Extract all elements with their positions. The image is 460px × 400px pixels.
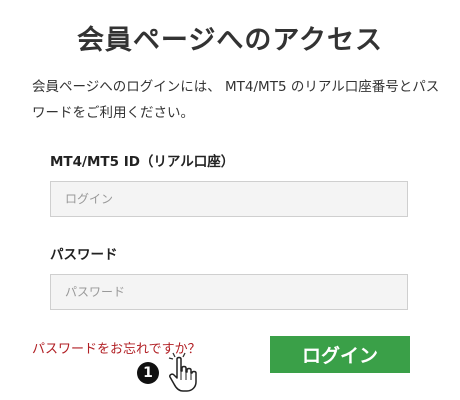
password-field-label: パスワード [50,247,118,263]
login-page: 会員ページへのアクセス 会員ページへのログインには、 MT4/MT5 のリアル口… [0,0,460,400]
password-input[interactable] [50,274,408,310]
hand-pointer-icon [168,352,197,392]
step-number-badge: 1 [137,362,159,384]
login-button[interactable]: ログイン [270,336,410,373]
login-id-input[interactable] [50,181,408,217]
page-title: 会員ページへのアクセス [76,25,384,56]
intro-text: 会員ページへのログインには、 MT4/MT5 のリアル口座番号とパスワードをご利… [32,79,440,121]
id-field-label: MT4/MT5 ID（リアル口座） [50,154,235,170]
